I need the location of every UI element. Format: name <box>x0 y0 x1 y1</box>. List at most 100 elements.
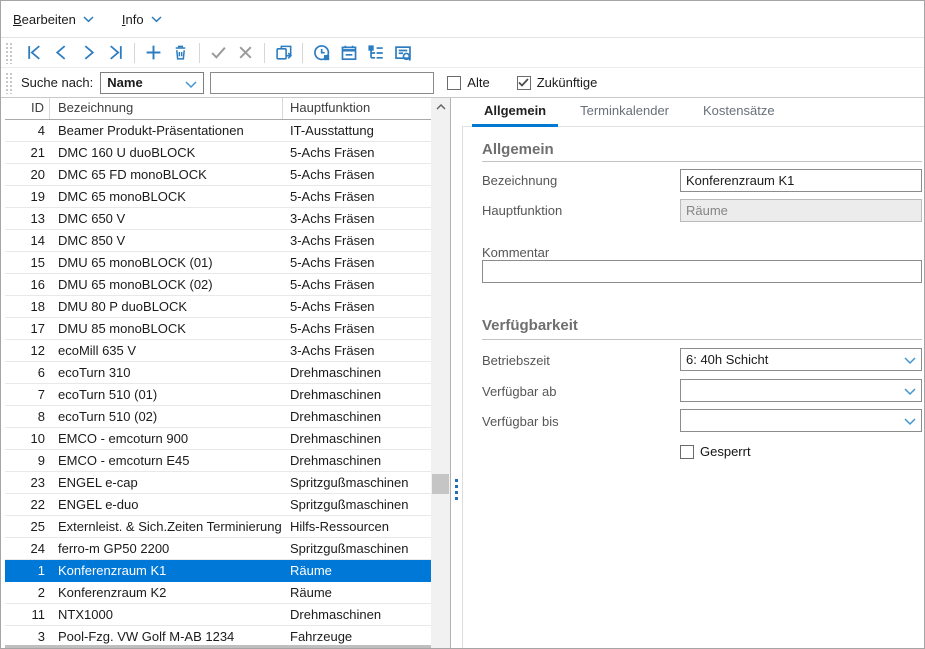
transfer-button[interactable] <box>270 41 297 65</box>
table-row[interactable]: 14 DMC 850 V 3-Achs Fräsen <box>5 230 431 252</box>
cancel-icon <box>237 44 254 61</box>
cell-hauptfunktion: Drehmaschinen <box>283 450 431 471</box>
chevron-down-icon <box>185 81 197 89</box>
cell-id: 8 <box>5 406 50 427</box>
cell-bezeichnung: DMU 80 P duoBLOCK <box>50 296 283 317</box>
search-field-value: Name <box>107 75 142 90</box>
delete-button[interactable] <box>167 41 194 65</box>
search-field-combobox[interactable]: Name <box>100 72 204 94</box>
table-row[interactable]: 20 DMC 65 FD monoBLOCK 5-Achs Fräsen <box>5 164 431 186</box>
first-record-button[interactable] <box>21 41 48 65</box>
chevron-down-icon <box>83 16 94 23</box>
cell-id: 11 <box>5 604 50 625</box>
add-button[interactable] <box>140 41 167 65</box>
table-row[interactable]: 6 ecoTurn 310 Drehmaschinen <box>5 362 431 384</box>
table-row[interactable]: 19 DMC 65 monoBLOCK 5-Achs Fräsen <box>5 186 431 208</box>
kommentar-input[interactable] <box>482 260 922 283</box>
table-row[interactable]: 17 DMU 85 monoBLOCK 5-Achs Fräsen <box>5 318 431 340</box>
verfuegbar-bis-label: Verfügbar bis <box>482 414 559 429</box>
menu-info[interactable]: Info <box>122 12 162 27</box>
verfuegbar-ab-select[interactable] <box>680 379 922 402</box>
tab-terminkalender[interactable]: Terminkalender <box>568 98 681 126</box>
cell-id: 24 <box>5 538 50 559</box>
cell-hauptfunktion: Drehmaschinen <box>283 384 431 405</box>
table-row[interactable]: 22 ENGEL e-duo Spritzgußmaschinen <box>5 494 431 516</box>
cell-bezeichnung: ecoMill 635 V <box>50 340 283 361</box>
table-row[interactable]: 18 DMU 80 P duoBLOCK 5-Achs Fräsen <box>5 296 431 318</box>
checkbox-gesperrt[interactable]: Gesperrt <box>680 444 751 459</box>
table-row[interactable]: 16 DMU 65 monoBLOCK (02) 5-Achs Fräsen <box>5 274 431 296</box>
confirm-button[interactable] <box>205 41 232 65</box>
cell-hauptfunktion: Drehmaschinen <box>283 362 431 383</box>
cell-hauptfunktion: Spritzgußmaschinen <box>283 472 431 493</box>
table-row[interactable]: 13 DMC 650 V 3-Achs Fräsen <box>5 208 431 230</box>
scroll-up-button[interactable] <box>431 98 450 116</box>
cell-bezeichnung: EMCO - emcoturn 900 <box>50 428 283 449</box>
search-input[interactable] <box>210 72 434 94</box>
table-row[interactable]: 4 Beamer Produkt-Präsentationen IT-Ausst… <box>5 120 431 142</box>
table-row[interactable]: 21 DMC 160 U duoBLOCK 5-Achs Fräsen <box>5 142 431 164</box>
checkbox-zukuenftige[interactable]: Zukünftige <box>517 75 598 90</box>
table-row[interactable]: 9 EMCO - emcoturn E45 Drehmaschinen <box>5 450 431 472</box>
betriebszeit-select[interactable]: 6: 40h Schicht <box>680 348 922 371</box>
clock-button[interactable] <box>308 41 335 65</box>
table-row[interactable]: 10 EMCO - emcoturn 900 Drehmaschinen <box>5 428 431 450</box>
next-record-button[interactable] <box>75 41 102 65</box>
table-header: ID Bezeichnung Hauptfunktion <box>5 98 431 120</box>
cancel-button[interactable] <box>232 41 259 65</box>
cell-id: 21 <box>5 142 50 163</box>
table-row[interactable]: 24 ferro-m GP50 2200 Spritzgußmaschinen <box>5 538 431 560</box>
table-row[interactable]: 2 Konferenzraum K2 Räume <box>5 582 431 604</box>
menu-bearbeiten[interactable]: Bearbeiten <box>13 12 94 27</box>
checkbox-gesperrt-label: Gesperrt <box>700 444 751 459</box>
cell-id: 13 <box>5 208 50 229</box>
checkbox-alte[interactable]: Alte <box>447 75 489 90</box>
cell-id: 25 <box>5 516 50 537</box>
column-header-id[interactable]: ID <box>5 98 50 119</box>
cell-bezeichnung: NTX1000 <box>50 604 283 625</box>
cell-bezeichnung: DMC 650 V <box>50 208 283 229</box>
cell-hauptfunktion: IT-Ausstattung <box>283 120 431 141</box>
table-row[interactable]: 1 Konferenzraum K1 Räume <box>5 560 431 582</box>
table-row[interactable]: 15 DMU 65 monoBLOCK (01) 5-Achs Fräsen <box>5 252 431 274</box>
calendar-button[interactable] <box>335 41 362 65</box>
cell-bezeichnung: DMU 65 monoBLOCK (01) <box>50 252 283 273</box>
tree-list-button[interactable] <box>362 41 389 65</box>
column-header-hauptfunktion[interactable]: Hauptfunktion <box>283 98 431 119</box>
last-record-button[interactable] <box>102 41 129 65</box>
bezeichnung-label: Bezeichnung <box>482 173 557 188</box>
toolbar-drag-handle[interactable] <box>5 42 14 64</box>
table-row[interactable]: 25 Externleist. & Sich.Zeiten Terminieru… <box>5 516 431 538</box>
table-row[interactable]: 12 ecoMill 635 V 3-Achs Fräsen <box>5 340 431 362</box>
section-title-allgemein: Allgemein <box>482 141 554 158</box>
searchbar-drag-handle[interactable] <box>5 72 14 94</box>
cell-id: 18 <box>5 296 50 317</box>
cell-hauptfunktion: Spritzgußmaschinen <box>283 494 431 515</box>
previous-record-button[interactable] <box>48 41 75 65</box>
table-row[interactable]: 8 ecoTurn 510 (02) Drehmaschinen <box>5 406 431 428</box>
cell-id: 23 <box>5 472 50 493</box>
column-header-bezeichnung[interactable]: Bezeichnung <box>50 98 283 119</box>
verfuegbar-bis-select[interactable] <box>680 409 922 432</box>
panel-splitter[interactable] <box>451 98 462 648</box>
add-icon <box>145 44 162 61</box>
cell-bezeichnung: Externleist. & Sich.Zeiten Terminierung <box>50 516 283 537</box>
chevron-down-icon <box>904 357 916 365</box>
scrollbar-thumb[interactable] <box>432 474 449 494</box>
checkbox-gesperrt-box <box>680 445 694 459</box>
resources-panel: ID Bezeichnung Hauptfunktion 4 Beamer Pr… <box>5 98 451 648</box>
transfer-icon <box>275 44 293 61</box>
cell-bezeichnung: DMC 160 U duoBLOCK <box>50 142 283 163</box>
table-row[interactable]: 7 ecoTurn 510 (01) Drehmaschinen <box>5 384 431 406</box>
cell-hauptfunktion: 5-Achs Fräsen <box>283 296 431 317</box>
table-row[interactable]: 23 ENGEL e-cap Spritzgußmaschinen <box>5 472 431 494</box>
cell-bezeichnung: ENGEL e-cap <box>50 472 283 493</box>
cell-bezeichnung: Pool-Fzg. VW Golf M-AB 1234 <box>50 626 283 647</box>
table-row[interactable]: 11 NTX1000 Drehmaschinen <box>5 604 431 626</box>
detail-panel: Allgemein Terminkalender Kostensätze All… <box>462 98 924 648</box>
bezeichnung-input[interactable] <box>680 169 922 192</box>
tab-kostensaetze[interactable]: Kostensätze <box>691 98 787 126</box>
report-search-button[interactable] <box>389 41 416 65</box>
vertical-scrollbar[interactable] <box>431 98 450 648</box>
tab-allgemein[interactable]: Allgemein <box>472 98 558 126</box>
